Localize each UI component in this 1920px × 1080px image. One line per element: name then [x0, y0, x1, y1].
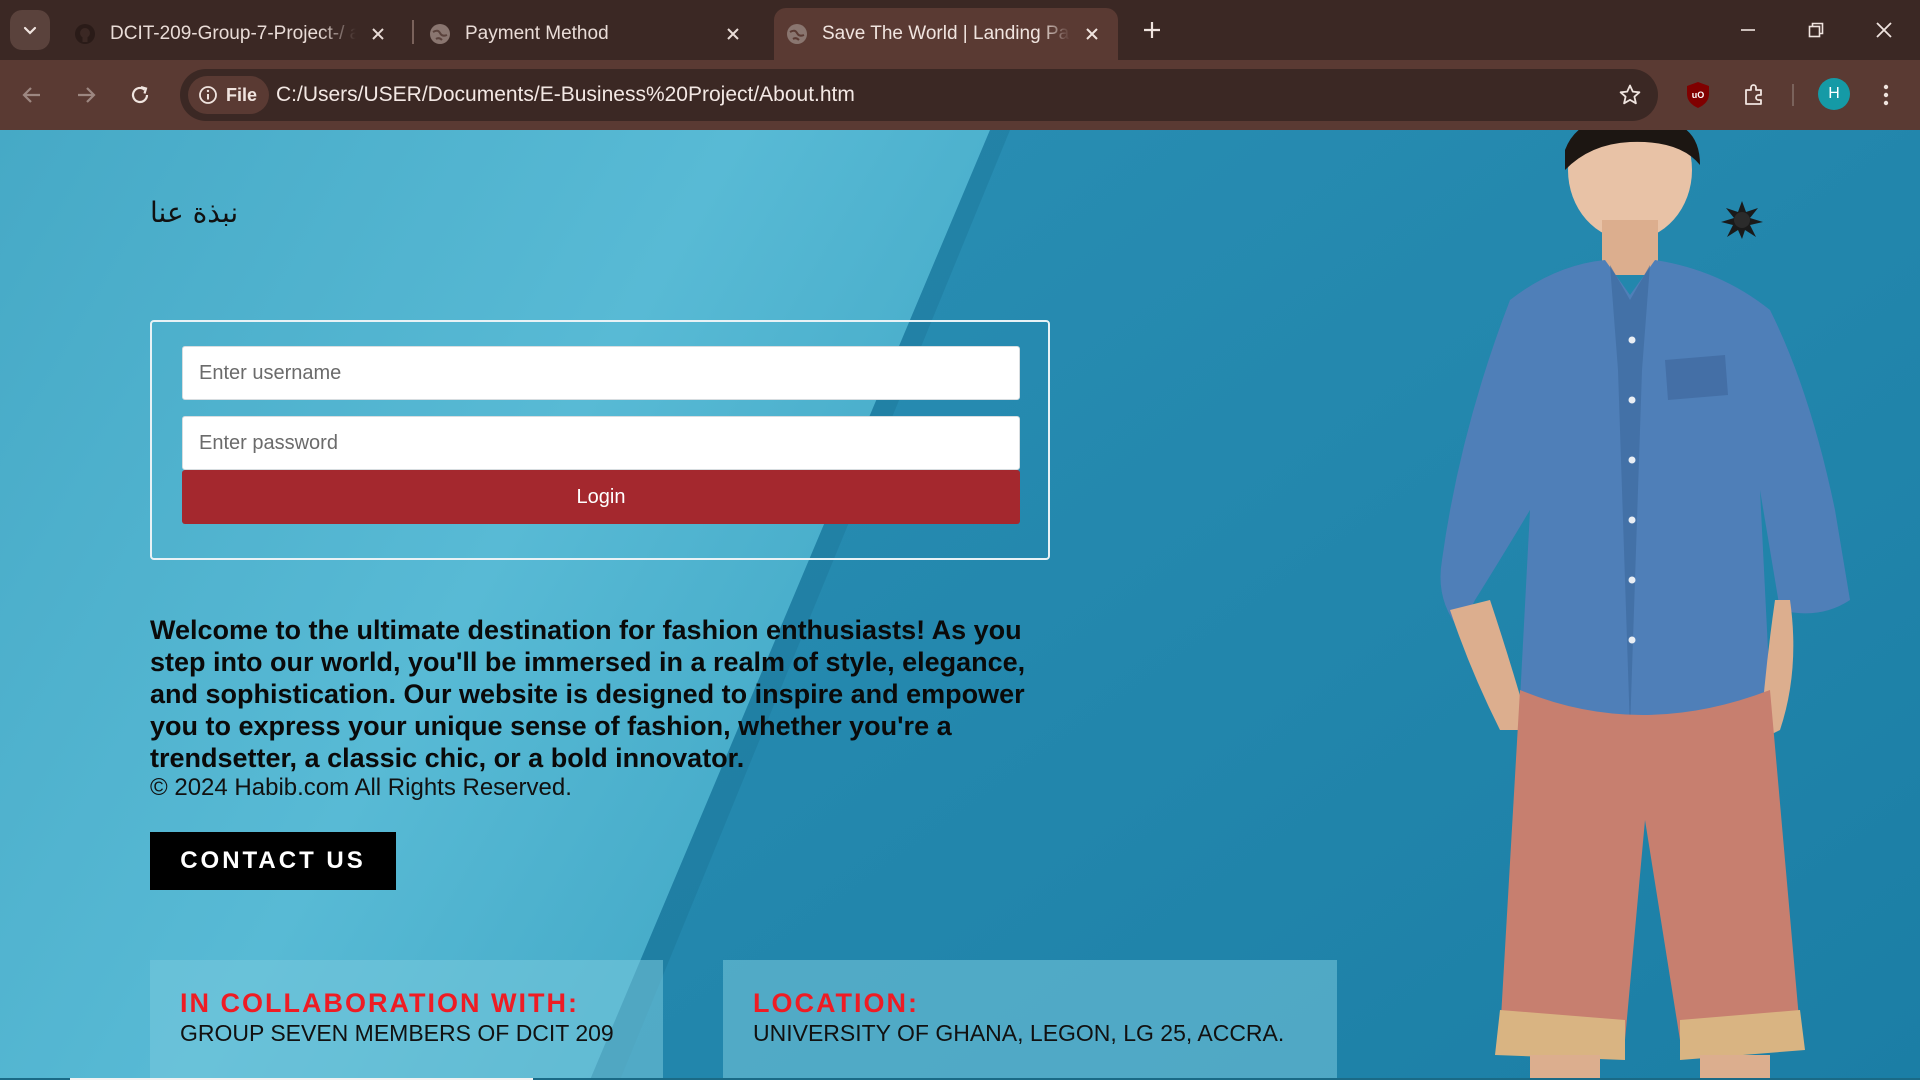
collaboration-card: IN COLLABORATION WITH: GROUP SEVEN MEMBE…	[150, 960, 663, 1080]
reload-icon	[131, 85, 149, 104]
location-card: LOCATION: UNIVERSITY OF GHANA, LEGON, LG…	[723, 960, 1337, 1080]
collaboration-text: GROUP SEVEN MEMBERS OF DCIT 209	[180, 1020, 614, 1046]
tab-separator	[412, 20, 414, 44]
copyright-text: © 2024 Habib.com All Rights Reserved.	[150, 774, 572, 801]
star-icon	[1619, 84, 1641, 105]
new-tab-button[interactable]	[1134, 12, 1170, 48]
restore-button[interactable]	[1782, 0, 1850, 60]
tab-title: DCIT-209-Group-7-Project-/ at main	[110, 23, 356, 44]
ublock-origin-icon: uO	[1687, 82, 1709, 108]
tab-search-button[interactable]	[10, 10, 50, 50]
tab-strip: DCIT-209-Group-7-Project-/ at main Payme…	[0, 0, 1920, 60]
minimize-button[interactable]	[1714, 0, 1782, 60]
chevron-down-icon	[23, 26, 37, 35]
close-tab-icon[interactable]	[1080, 22, 1104, 46]
site-info-chip[interactable]: File	[188, 76, 270, 114]
login-button[interactable]: Login	[182, 470, 1020, 524]
tab-title: Payment Method	[465, 23, 609, 44]
brand-logo[interactable]	[1720, 200, 1764, 240]
info-icon	[199, 86, 217, 104]
welcome-paragraph: Welcome to the ultimate destination for …	[150, 615, 1026, 773]
svg-text:uO: uO	[1692, 90, 1705, 100]
browser-menu-button[interactable]	[1866, 75, 1906, 115]
profile-avatar[interactable]: H	[1818, 78, 1850, 110]
minimize-icon	[1741, 29, 1755, 31]
address-bar[interactable]: File C:/Users/USER/Documents/E-Business%…	[180, 69, 1658, 121]
site-info-label: File	[226, 84, 258, 105]
password-input[interactable]	[182, 416, 1020, 470]
login-form: Login	[150, 320, 1050, 560]
url-text[interactable]: C:/Users/USER/Documents/E-Business%20Pro…	[276, 69, 855, 121]
fashion-model-image	[1440, 130, 1850, 1080]
github-icon	[75, 24, 95, 44]
bookmark-button[interactable]	[1614, 79, 1646, 111]
username-input[interactable]	[182, 346, 1020, 400]
location-text: UNIVERSITY OF GHANA, LEGON, LG 25, ACCRA…	[753, 1020, 1285, 1046]
forward-button[interactable]	[66, 75, 106, 115]
close-icon	[1876, 22, 1892, 38]
forward-arrow-icon	[78, 87, 96, 103]
plus-icon	[1144, 22, 1160, 38]
close-tab-icon[interactable]	[721, 22, 745, 46]
kebab-menu-icon	[1883, 84, 1889, 106]
back-button[interactable]	[12, 75, 52, 115]
browser-toolbar: File C:/Users/USER/Documents/E-Business%…	[0, 60, 1920, 130]
reload-button[interactable]	[120, 75, 160, 115]
restore-icon	[1808, 22, 1824, 38]
location-heading: LOCATION:	[753, 988, 919, 1018]
tab-save-the-world-active[interactable]: Save The World | Landing Page	[774, 8, 1118, 60]
tab-github-project[interactable]: DCIT-209-Group-7-Project-/ at main	[70, 8, 404, 60]
close-window-button[interactable]	[1850, 0, 1918, 60]
close-tab-icon[interactable]	[366, 22, 390, 46]
collaboration-heading: IN COLLABORATION WITH:	[180, 988, 579, 1018]
page-viewport: نبذة عنا Login Welcome to the ultimate d…	[0, 130, 1920, 1080]
extensions-button[interactable]	[1734, 75, 1774, 115]
about-us-link[interactable]: نبذة عنا	[150, 196, 238, 229]
globe-icon	[430, 24, 450, 44]
toolbar-separator	[1792, 84, 1794, 106]
contact-us-button[interactable]: CONTACT US	[150, 832, 396, 890]
globe-icon	[787, 24, 807, 44]
ublock-origin-button[interactable]: uO	[1678, 75, 1718, 115]
tab-payment-method[interactable]: Payment Method	[425, 8, 759, 60]
back-arrow-icon	[22, 87, 40, 103]
tab-title: Save The World | Landing Page	[822, 23, 1070, 44]
extensions-puzzle-icon	[1745, 84, 1762, 105]
